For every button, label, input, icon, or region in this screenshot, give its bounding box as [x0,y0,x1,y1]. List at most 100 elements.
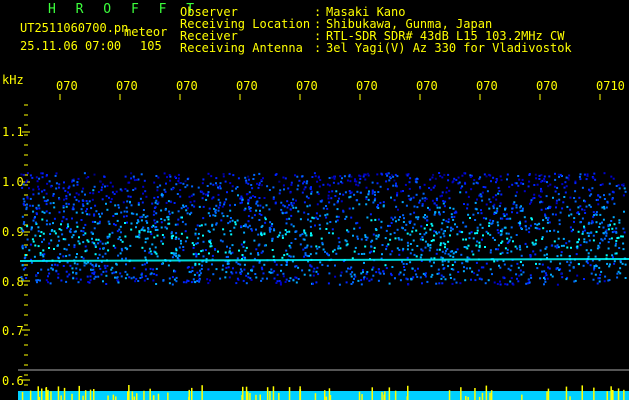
level-spike [157,393,160,400]
noise-pixel [389,238,392,241]
noise-pixel [562,237,565,240]
noise-pixel [41,218,44,221]
noise-pixel [579,173,582,176]
noise-pixel [268,189,271,191]
noise-pixel [71,236,74,239]
noise-pixel [43,211,46,214]
noise-pixel [476,229,479,232]
noise-pixel [35,176,38,179]
noise-pixel [433,261,435,264]
noise-pixel [226,191,228,194]
axis-ticks [18,94,629,386]
noise-pixel [388,176,391,179]
noise-pixel [94,275,97,278]
noise-pixel [528,180,531,183]
level-spike [606,391,608,400]
noise-pixel [336,208,339,211]
noise-pixel [196,280,199,282]
noise-pixel [364,236,367,238]
noise-pixel [114,204,117,207]
noise-pixel [507,267,510,270]
noise-pixel [356,237,359,240]
noise-pixel [41,172,44,175]
noise-pixel [320,200,323,203]
noise-pixel [304,232,307,235]
noise-pixel [37,192,40,195]
noise-pixel [373,250,375,253]
noise-pixel [330,197,333,200]
noise-pixel [142,209,145,211]
noise-pixel [516,262,519,265]
noise-pixel [556,244,559,247]
noise-pixel [67,225,70,228]
level-spike [115,396,117,400]
noise-pixel [290,203,293,206]
noise-pixel [492,236,495,239]
noise-pixel [354,246,357,249]
noise-pixel [544,272,547,275]
noise-pixel [179,189,182,191]
noise-pixel [208,207,211,210]
noise-pixel [113,223,115,226]
noise-pixel [260,234,263,237]
noise-pixel [523,190,526,193]
noise-pixel [510,236,513,239]
noise-pixel [72,234,75,237]
noise-pixel [516,211,519,214]
noise-pixel [295,230,298,233]
noise-pixel [144,237,147,240]
noise-pixel [453,177,456,180]
noise-pixel [613,223,616,226]
noise-pixel [605,234,608,237]
noise-pixel [57,257,60,260]
level-spike [358,391,361,400]
noise-pixel [367,198,370,201]
noise-pixel [514,194,517,197]
noise-pixel [475,181,478,184]
noise-pixel [420,248,423,251]
noise-pixel [254,273,257,275]
noise-pixel [574,190,577,193]
noise-pixel [279,283,282,286]
noise-pixel [43,199,46,202]
noise-pixel [510,264,513,267]
noise-pixel [239,268,242,271]
level-spike [167,392,169,400]
noise-pixel [202,234,204,237]
noise-pixel [160,226,163,229]
noise-pixel [348,207,351,210]
noise-pixel [623,210,625,213]
noise-pixel [526,245,529,248]
noise-pixel [56,244,59,247]
noise-pixel [177,173,180,176]
noise-pixel [433,202,436,205]
noise-pixel [326,183,329,186]
noise-pixel [153,196,156,199]
noise-pixel [398,273,401,276]
noise-pixel [97,238,100,241]
noise-pixel [618,247,621,249]
noise-pixel [228,172,231,175]
noise-pixel [349,273,352,276]
noise-pixel [142,213,145,216]
noise-pixel [35,279,38,282]
noise-pixel [72,184,75,187]
noise-pixel [168,213,171,216]
noise-pixel [461,231,464,234]
noise-pixel [191,242,194,245]
noise-pixel [573,217,576,220]
noise-pixel [207,191,210,194]
noise-pixel [485,262,488,265]
noise-pixel [598,246,601,249]
noise-pixel [448,197,451,200]
noise-pixel [566,260,569,263]
noise-pixel [229,217,232,219]
noise-pixel [445,249,447,252]
level-spike [394,390,397,400]
noise-pixel [459,191,462,194]
noise-pixel [597,277,600,280]
noise-pixel [50,239,53,242]
noise-pixel [366,271,369,273]
level-spike [299,389,302,400]
noise-pixel [371,190,374,193]
